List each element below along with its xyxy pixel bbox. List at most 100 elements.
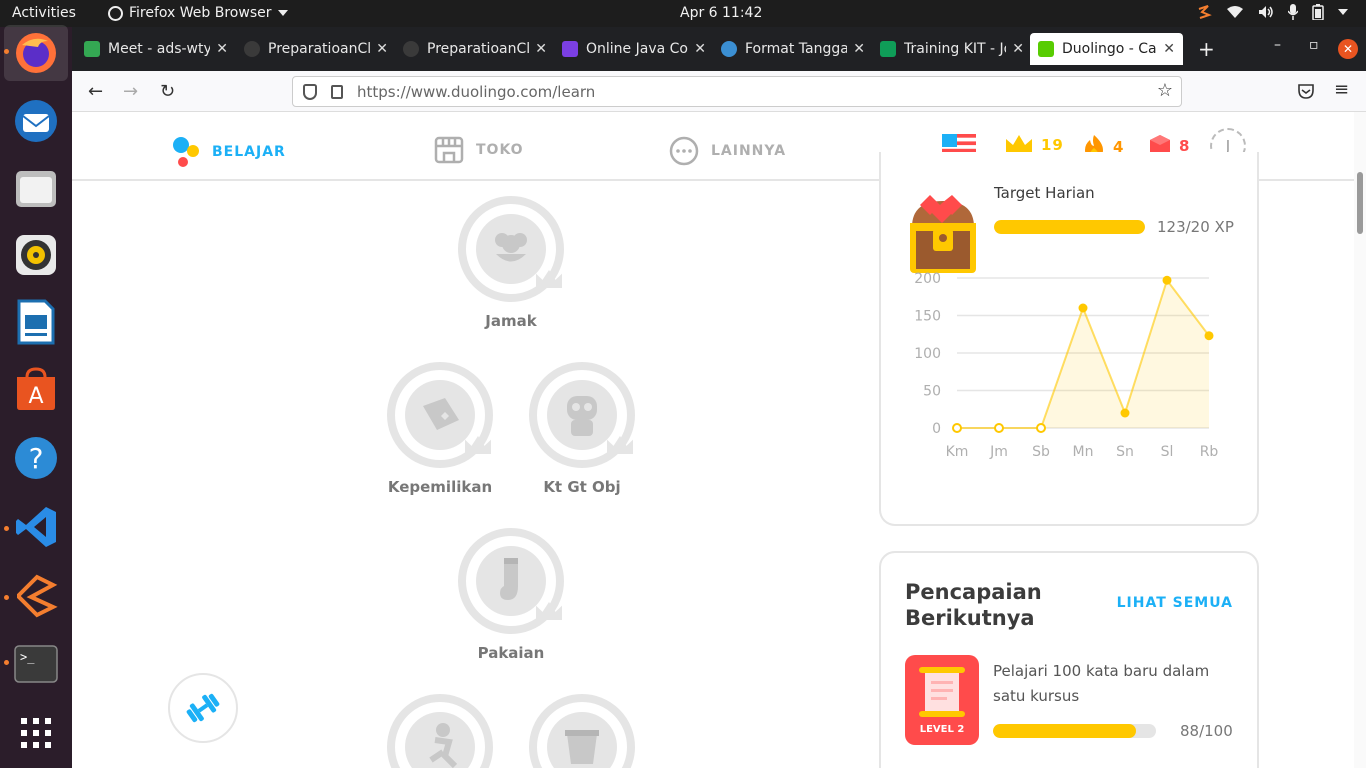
chart-x-tick-label: Rb: [1200, 444, 1219, 460]
back-button[interactable]: ←: [88, 81, 103, 102]
running-indicator: [4, 660, 9, 665]
skill-progress-ring: [387, 694, 493, 768]
lock-icon[interactable]: [331, 84, 343, 99]
tab-online-java[interactable]: Online Java Cor ✕: [554, 33, 714, 65]
tab-github-2[interactable]: PreparatioanCl ✕: [395, 33, 555, 65]
close-icon[interactable]: ✕: [376, 41, 388, 57]
page-scrollbar[interactable]: [1354, 112, 1366, 768]
chart-point: [1204, 331, 1214, 341]
skill-name: Kepemilikan: [387, 478, 493, 496]
box-icon: [423, 398, 459, 430]
skill-icon-background: [547, 712, 617, 768]
nav-lainnya[interactable]: LAINNYA: [669, 136, 786, 166]
app-menu-label: Firefox Web Browser: [129, 5, 272, 21]
nav-toko[interactable]: TOKO: [434, 136, 524, 164]
dock-terminal[interactable]: >_: [12, 640, 60, 688]
skill-pakaian[interactable]: Pakaian: [456, 528, 566, 662]
chart-y-tick-label: 50: [923, 384, 941, 400]
tab-duolingo[interactable]: Duolingo - Cara ✕: [1030, 33, 1183, 65]
forward-button[interactable]: →: [123, 81, 138, 102]
terminal-icon: >_: [14, 645, 58, 683]
duolingo-favicon-icon: [1038, 41, 1054, 57]
clock[interactable]: Apr 6 11:42: [680, 5, 762, 21]
dumbbell-icon: [186, 693, 220, 723]
scrollbar-thumb[interactable]: [1357, 172, 1363, 234]
chart-x-tick-label: Sn: [1116, 444, 1134, 460]
sublime-merge-icon: [17, 574, 58, 618]
scroll-icon: [919, 667, 965, 717]
chart-x-tick-label: Mn: [1073, 444, 1094, 460]
tab-meet[interactable]: Meet - ads-wtyo ✕: [76, 33, 236, 65]
skill-kt-gt-obj[interactable]: Kt Gt Obj: [527, 362, 637, 496]
system-menu-chevron-icon[interactable]: [1338, 9, 1348, 15]
files-icon: [16, 171, 56, 207]
svg-text:A: A: [28, 384, 43, 409]
close-icon[interactable]: ✕: [1163, 41, 1175, 57]
activities-button[interactable]: Activities: [12, 5, 76, 21]
maximize-button[interactable]: ▫: [1309, 37, 1319, 53]
skill-progress-ring: [529, 362, 635, 468]
close-icon[interactable]: ✕: [694, 41, 706, 57]
dock-help[interactable]: ?: [12, 434, 60, 482]
learn-icon: [173, 137, 199, 167]
dock-files[interactable]: [12, 164, 60, 212]
chart-point: [994, 423, 1004, 433]
achievement-progress-fill: [993, 724, 1137, 738]
menu-hamburger-icon[interactable]: ≡: [1334, 79, 1349, 100]
url-text[interactable]: https://www.duolingo.com/learn: [357, 83, 595, 101]
minimize-button[interactable]: –: [1274, 37, 1281, 53]
address-bar[interactable]: https://www.duolingo.com/learn ☆: [292, 76, 1182, 107]
practice-button[interactable]: [168, 673, 238, 743]
new-tab-button[interactable]: +: [1198, 37, 1215, 61]
tab-training-kit[interactable]: Training KIT - Jo ✕: [872, 33, 1032, 65]
reload-button[interactable]: ↻: [160, 81, 175, 102]
nav-toko-label: TOKO: [476, 142, 524, 158]
tab-label: Online Java Cor: [586, 41, 689, 57]
close-icon[interactable]: ✕: [1012, 41, 1024, 57]
skill-name: Pakaian: [477, 644, 545, 662]
chart-point: [1036, 423, 1046, 433]
dock-sublime-merge[interactable]: [12, 572, 60, 620]
flower-icon: [495, 233, 527, 262]
tab-github-1[interactable]: PreparatioanCl ✕: [236, 33, 396, 65]
skill-kepemilikan[interactable]: Kepemilikan: [385, 362, 495, 496]
dock-firefox[interactable]: [4, 25, 68, 81]
close-icon[interactable]: ✕: [853, 41, 865, 57]
tab-label: Format Tanggal: [745, 41, 848, 57]
skill-jamak[interactable]: Jamak: [456, 196, 566, 330]
close-icon[interactable]: ✕: [216, 41, 228, 57]
sublime-tray-icon[interactable]: [1196, 4, 1212, 20]
nav-belajar[interactable]: BELAJAR: [172, 136, 286, 168]
software-icon: A: [17, 367, 55, 410]
achievement-badge: LEVEL 2: [905, 655, 979, 745]
skill-locked-1[interactable]: [385, 694, 495, 768]
dock-thunderbird[interactable]: [12, 97, 60, 145]
tab-format-tanggal[interactable]: Format Tanggal ✕: [713, 33, 873, 65]
app-menu[interactable]: Firefox Web Browser: [108, 5, 288, 21]
url-path: /learn: [552, 82, 596, 101]
achievement-description: Pelajari 100 kata baru dalam satu kursus: [993, 662, 1210, 705]
close-icon[interactable]: ✕: [535, 41, 547, 57]
running-indicator: [4, 595, 9, 600]
svg-text:>_: >_: [20, 650, 35, 664]
dock-vscode[interactable]: [12, 503, 60, 551]
dock-show-apps[interactable]: [12, 709, 60, 757]
bookmark-star-icon[interactable]: ☆: [1157, 80, 1173, 101]
chart-x-tick-label: Km: [946, 444, 969, 460]
dock-writer[interactable]: [12, 298, 60, 346]
pocket-icon[interactable]: [1298, 83, 1314, 99]
window-close-button[interactable]: ✕: [1338, 39, 1358, 59]
skill-name: Kt Gt Obj: [543, 478, 621, 496]
skill-locked-2[interactable]: [527, 694, 637, 768]
system-tray[interactable]: [1196, 4, 1348, 20]
dock-rhythmbox[interactable]: [12, 231, 60, 279]
tracking-shield-icon[interactable]: [303, 83, 317, 100]
volume-icon: [1259, 6, 1273, 18]
running-indicator: [4, 49, 9, 54]
help-icon: ?: [15, 437, 57, 479]
svg-text:?: ?: [29, 442, 44, 475]
robot-icon: [567, 396, 597, 436]
see-all-link[interactable]: LIHAT SEMUA: [1117, 595, 1233, 611]
firefox-small-icon: [108, 5, 123, 21]
dock-software[interactable]: A: [12, 365, 60, 413]
